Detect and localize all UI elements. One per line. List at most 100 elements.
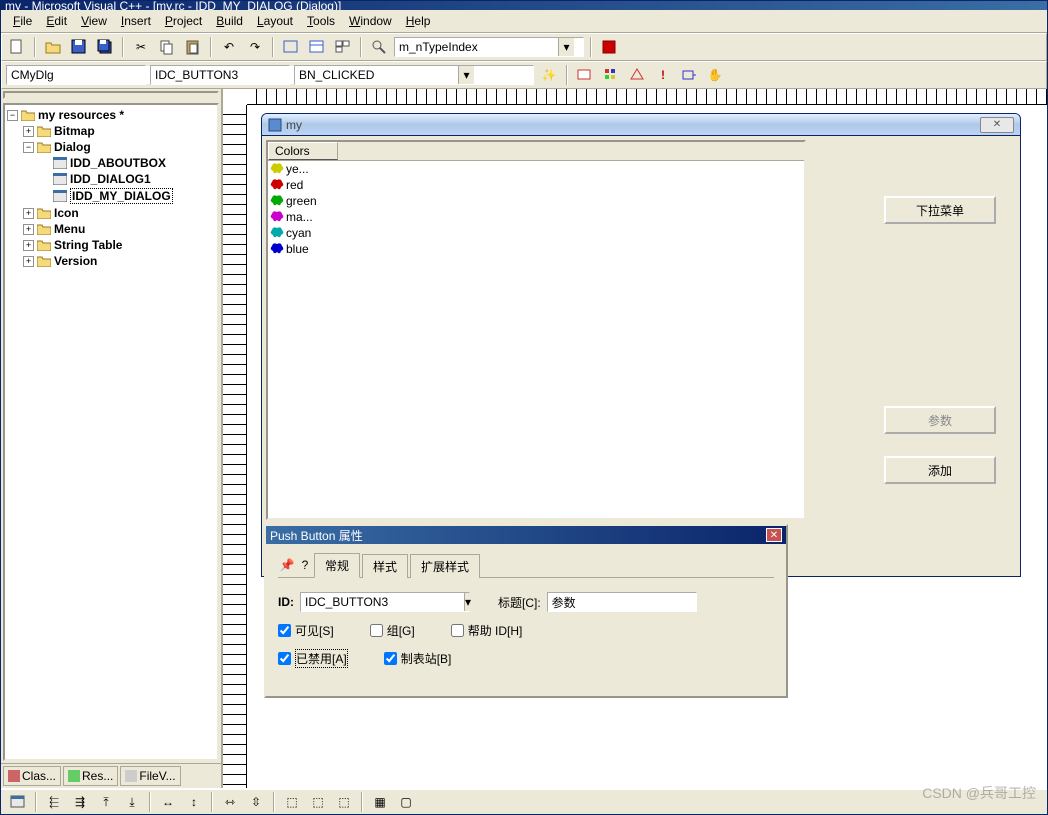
properties-dialog[interactable]: Push Button 属性 ✕ 📌 ? 常规 样式 扩展样式 ID: ▾ 标题… (264, 524, 788, 698)
tree-item[interactable]: +Icon (7, 205, 215, 221)
center-v-icon[interactable]: ↕ (183, 791, 205, 813)
expand-icon[interactable]: + (23, 256, 34, 267)
same-width-icon[interactable]: ⬚ (281, 791, 303, 813)
exclamation-icon[interactable]: ! (652, 64, 674, 86)
close-icon[interactable]: ✕ (766, 528, 782, 542)
expand-icon[interactable]: + (23, 126, 34, 137)
undo-icon[interactable]: ↶ (218, 36, 240, 58)
pin-icon[interactable]: 📌 (278, 554, 296, 576)
collapse-icon[interactable]: − (7, 110, 18, 121)
class-combo[interactable]: ▾ (6, 65, 146, 85)
save-icon[interactable] (68, 36, 90, 58)
add-button[interactable]: 添加 (884, 456, 996, 484)
center-h-icon[interactable]: ↔ (157, 791, 179, 813)
colors-list[interactable]: Colors ye...redgreenma...cyanblue (266, 140, 806, 520)
copy-icon[interactable] (156, 36, 178, 58)
tab-classview[interactable]: Clas... (3, 766, 61, 786)
find-in-files-icon[interactable] (368, 36, 390, 58)
expand-icon[interactable]: + (23, 240, 34, 251)
same-height-icon[interactable]: ⬚ (307, 791, 329, 813)
menu-layout[interactable]: Layout (251, 12, 299, 30)
panel-gripper[interactable] (3, 91, 219, 99)
grid-icon[interactable]: ▦ (369, 791, 391, 813)
align-left-icon[interactable]: ⬱ (43, 791, 65, 813)
guides-icon[interactable]: ▢ (395, 791, 417, 813)
tree-item[interactable]: IDD_MY_DIALOG (7, 187, 215, 205)
goto-icon[interactable] (574, 64, 596, 86)
tree-item[interactable]: IDD_DIALOG1 (7, 171, 215, 187)
tab-general[interactable]: 常规 (314, 553, 360, 578)
expand-icon[interactable]: + (23, 224, 34, 235)
window-list-icon[interactable] (332, 36, 354, 58)
list-item[interactable]: green (268, 193, 804, 209)
list-item[interactable]: blue (268, 241, 804, 257)
menu-edit[interactable]: Edit (40, 12, 73, 30)
dropdown-menu-button[interactable]: 下拉菜单 (884, 196, 996, 224)
class-input[interactable] (7, 66, 170, 84)
resource-tree[interactable]: − my resources * +Bitmap−DialogIDD_ABOUT… (3, 103, 219, 761)
caption-field[interactable] (547, 592, 697, 612)
group-checkbox[interactable]: 组[G] (370, 622, 415, 639)
find-input[interactable] (395, 38, 558, 56)
help-icon[interactable]: ? (296, 554, 314, 576)
id-combo[interactable]: ▾ (150, 65, 290, 85)
id-input[interactable] (301, 593, 464, 611)
space-v-icon[interactable]: ⇳ (245, 791, 267, 813)
workspace-icon[interactable] (280, 36, 302, 58)
tabstop-checkbox[interactable]: 制表站[B] (384, 650, 452, 667)
menu-file[interactable]: File (7, 12, 38, 30)
tree-item[interactable]: +Menu (7, 221, 215, 237)
output-icon[interactable] (306, 36, 328, 58)
align-top-icon[interactable]: ⤒ (95, 791, 117, 813)
align-bottom-icon[interactable]: ⤓ (121, 791, 143, 813)
msg-input[interactable] (295, 66, 458, 84)
list-item[interactable]: cyan (268, 225, 804, 241)
tree-item[interactable]: +String Table (7, 237, 215, 253)
list-item[interactable]: ma... (268, 209, 804, 225)
cut-icon[interactable]: ✂ (130, 36, 152, 58)
open-file-icon[interactable] (42, 36, 64, 58)
tree-root[interactable]: − my resources * (7, 107, 215, 123)
dialog-titlebar[interactable]: my ✕ (262, 114, 1020, 136)
tool1-icon[interactable] (600, 64, 622, 86)
tree-item[interactable]: +Bitmap (7, 123, 215, 139)
paste-icon[interactable] (182, 36, 204, 58)
properties-titlebar[interactable]: Push Button 属性 ✕ (266, 526, 786, 544)
list-item[interactable]: red (268, 177, 804, 193)
id-field[interactable]: ▾ (300, 592, 470, 612)
redo-icon[interactable]: ↷ (244, 36, 266, 58)
wand-icon[interactable]: ✨ (538, 64, 560, 86)
id-input[interactable] (151, 66, 314, 84)
tab-fileview[interactable]: FileV... (120, 766, 180, 786)
expand-icon[interactable]: + (23, 208, 34, 219)
param-button[interactable]: 参数 (884, 406, 996, 434)
tab-resourceview[interactable]: Res... (63, 766, 118, 786)
list-item[interactable]: ye... (268, 161, 804, 177)
collapse-icon[interactable]: − (23, 142, 34, 153)
tree-item[interactable]: −Dialog (7, 139, 215, 155)
design-dialog[interactable]: my ✕ Colors ye...redgreenma...cyanblue 下… (261, 113, 1021, 577)
tool3-icon[interactable] (678, 64, 700, 86)
dropdown-icon[interactable]: ▾ (464, 593, 471, 611)
same-size-icon[interactable]: ⬚ (333, 791, 355, 813)
menu-view[interactable]: View (75, 12, 113, 30)
disabled-checkbox[interactable]: 已禁用[A] (278, 649, 348, 668)
dropdown-icon[interactable]: ▾ (458, 66, 474, 84)
menu-insert[interactable]: Insert (115, 12, 157, 30)
tool2-icon[interactable] (626, 64, 648, 86)
msg-combo[interactable]: ▾ (294, 65, 534, 85)
menu-tools[interactable]: Tools (301, 12, 341, 30)
visible-checkbox[interactable]: 可见[S] (278, 622, 334, 639)
execute-icon[interactable] (598, 36, 620, 58)
tab-extstyles[interactable]: 扩展样式 (410, 554, 480, 578)
menu-help[interactable]: Help (400, 12, 437, 30)
space-h-icon[interactable]: ⇿ (219, 791, 241, 813)
hand-icon[interactable]: ✋ (704, 64, 726, 86)
menu-window[interactable]: Window (343, 12, 398, 30)
menu-project[interactable]: Project (159, 12, 208, 30)
list-column-colors[interactable]: Colors (268, 142, 338, 160)
new-file-icon[interactable] (6, 36, 28, 58)
save-all-icon[interactable] (94, 36, 116, 58)
test-dialog-icon[interactable] (7, 791, 29, 813)
tree-item[interactable]: +Version (7, 253, 215, 269)
